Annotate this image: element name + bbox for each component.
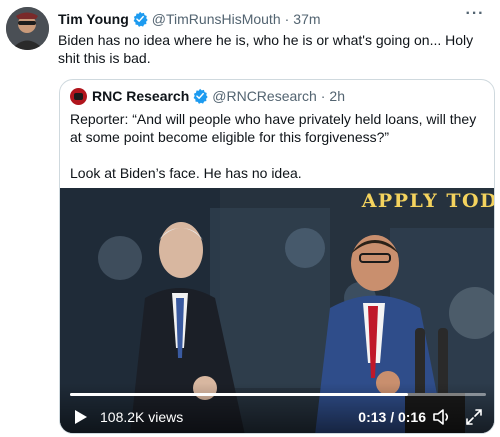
quoted-tweet[interactable]: RNC Research @RNCResearch · 2h Reporter:…: [59, 79, 495, 434]
more-icon[interactable]: ···: [464, 6, 486, 26]
video-progress-bar[interactable]: [70, 393, 486, 396]
tweet[interactable]: Tim Young @TimRunsHisMouth · 37m ··· Bid…: [0, 0, 500, 437]
video-player[interactable]: APPLY TOD 108.2K views 0:13 / 0:16: [60, 188, 495, 433]
quoted-tweet-text: Reporter: “And will people who have priv…: [70, 110, 480, 182]
play-icon[interactable]: [74, 409, 88, 425]
quoted-tweet-header: RNC Research @RNCResearch · 2h: [70, 86, 345, 106]
separator-dot: ·: [284, 11, 290, 27]
quoted-author-handle: @RNCResearch: [212, 88, 317, 104]
tweet-text: Biden has no idea where he is, who he is…: [58, 32, 474, 66]
quoted-author-avatar: [70, 87, 87, 105]
quoted-paragraph-1: Reporter: “And will people who have priv…: [70, 111, 477, 145]
fullscreen-icon[interactable]: [464, 407, 484, 427]
video-controls: 108.2K views 0:13 / 0:16: [60, 383, 494, 433]
quoted-paragraph-2: Look at Biden’s face. He has no idea.: [70, 165, 302, 181]
volume-icon[interactable]: [432, 407, 452, 427]
video-view-count: 108.2K views: [100, 409, 184, 425]
tweet-header: Tim Young @TimRunsHisMouth · 37m: [58, 10, 321, 28]
author-handle[interactable]: @TimRunsHisMouth: [152, 11, 281, 27]
quoted-tweet-timestamp: 2h: [329, 88, 345, 104]
author-avatar[interactable]: [6, 7, 49, 50]
video-time-readout: 0:13 / 0:16: [358, 409, 426, 425]
video-progress-fill: [70, 393, 408, 396]
author-name[interactable]: Tim Young: [58, 11, 129, 27]
separator-dot: ·: [320, 88, 326, 104]
tweet-timestamp[interactable]: 37m: [293, 11, 320, 27]
verified-badge-icon: [192, 88, 208, 104]
quoted-author-name: RNC Research: [92, 88, 190, 104]
verified-badge-icon: [132, 11, 148, 27]
video-banner-text: APPLY TOD: [361, 190, 495, 212]
